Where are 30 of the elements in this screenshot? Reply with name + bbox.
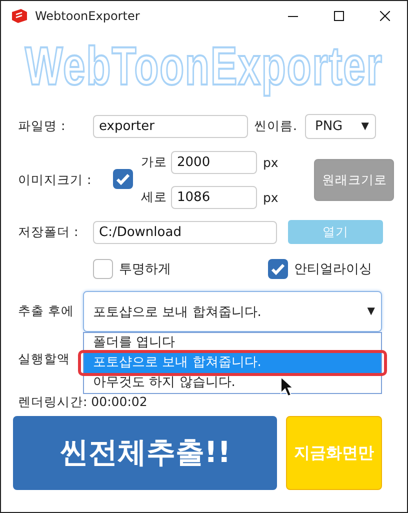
window-title: WebtoonExporter [35,9,141,23]
unit-label: px [263,155,278,170]
close-icon[interactable] [380,11,390,21]
field-label: 이미지크기 : [18,172,92,188]
checkbox[interactable] [268,259,288,279]
field-label: 파일명 : [18,118,66,135]
maximize-icon[interactable] [334,11,344,21]
folder-field[interactable]: C:/Download [93,220,277,244]
app-logo-icon [11,9,27,23]
field-label: 가로 [141,154,167,171]
field-label: 실행할액 [18,351,70,366]
dropdown-option[interactable]: 아무것도 하지 않습니다. [84,373,381,393]
action-dropdown[interactable]: 포토샵으로 보내 합쳐줍니다. ▼ [83,291,382,332]
format-dropdown[interactable]: PNG ▼ [304,114,376,139]
field-label: 세로 [141,189,167,206]
logo-text: WebToonExporter [25,36,383,98]
width-field[interactable]: 2000 [171,151,257,174]
dropdown-option[interactable]: 폴더를 엽니다 [84,333,381,353]
field-label: 씬이름. [254,118,297,135]
checkbox[interactable] [93,259,113,279]
field-label: 저장폴더 : [18,224,80,240]
field-label: 추출 후에 [18,303,75,320]
checkbox-label: 투명하게 [119,261,171,278]
checkbox[interactable] [113,168,133,188]
export-all-button[interactable]: 씬전체추출!! [13,416,277,490]
unit-label: px [263,190,278,205]
checkbox-label: 안티얼라이싱 [294,261,372,278]
render-time: 렌더링시간: 00:00:02 [18,394,148,409]
height-field[interactable]: 1086 [171,186,257,209]
file-name-field[interactable]: exporter [93,115,248,138]
